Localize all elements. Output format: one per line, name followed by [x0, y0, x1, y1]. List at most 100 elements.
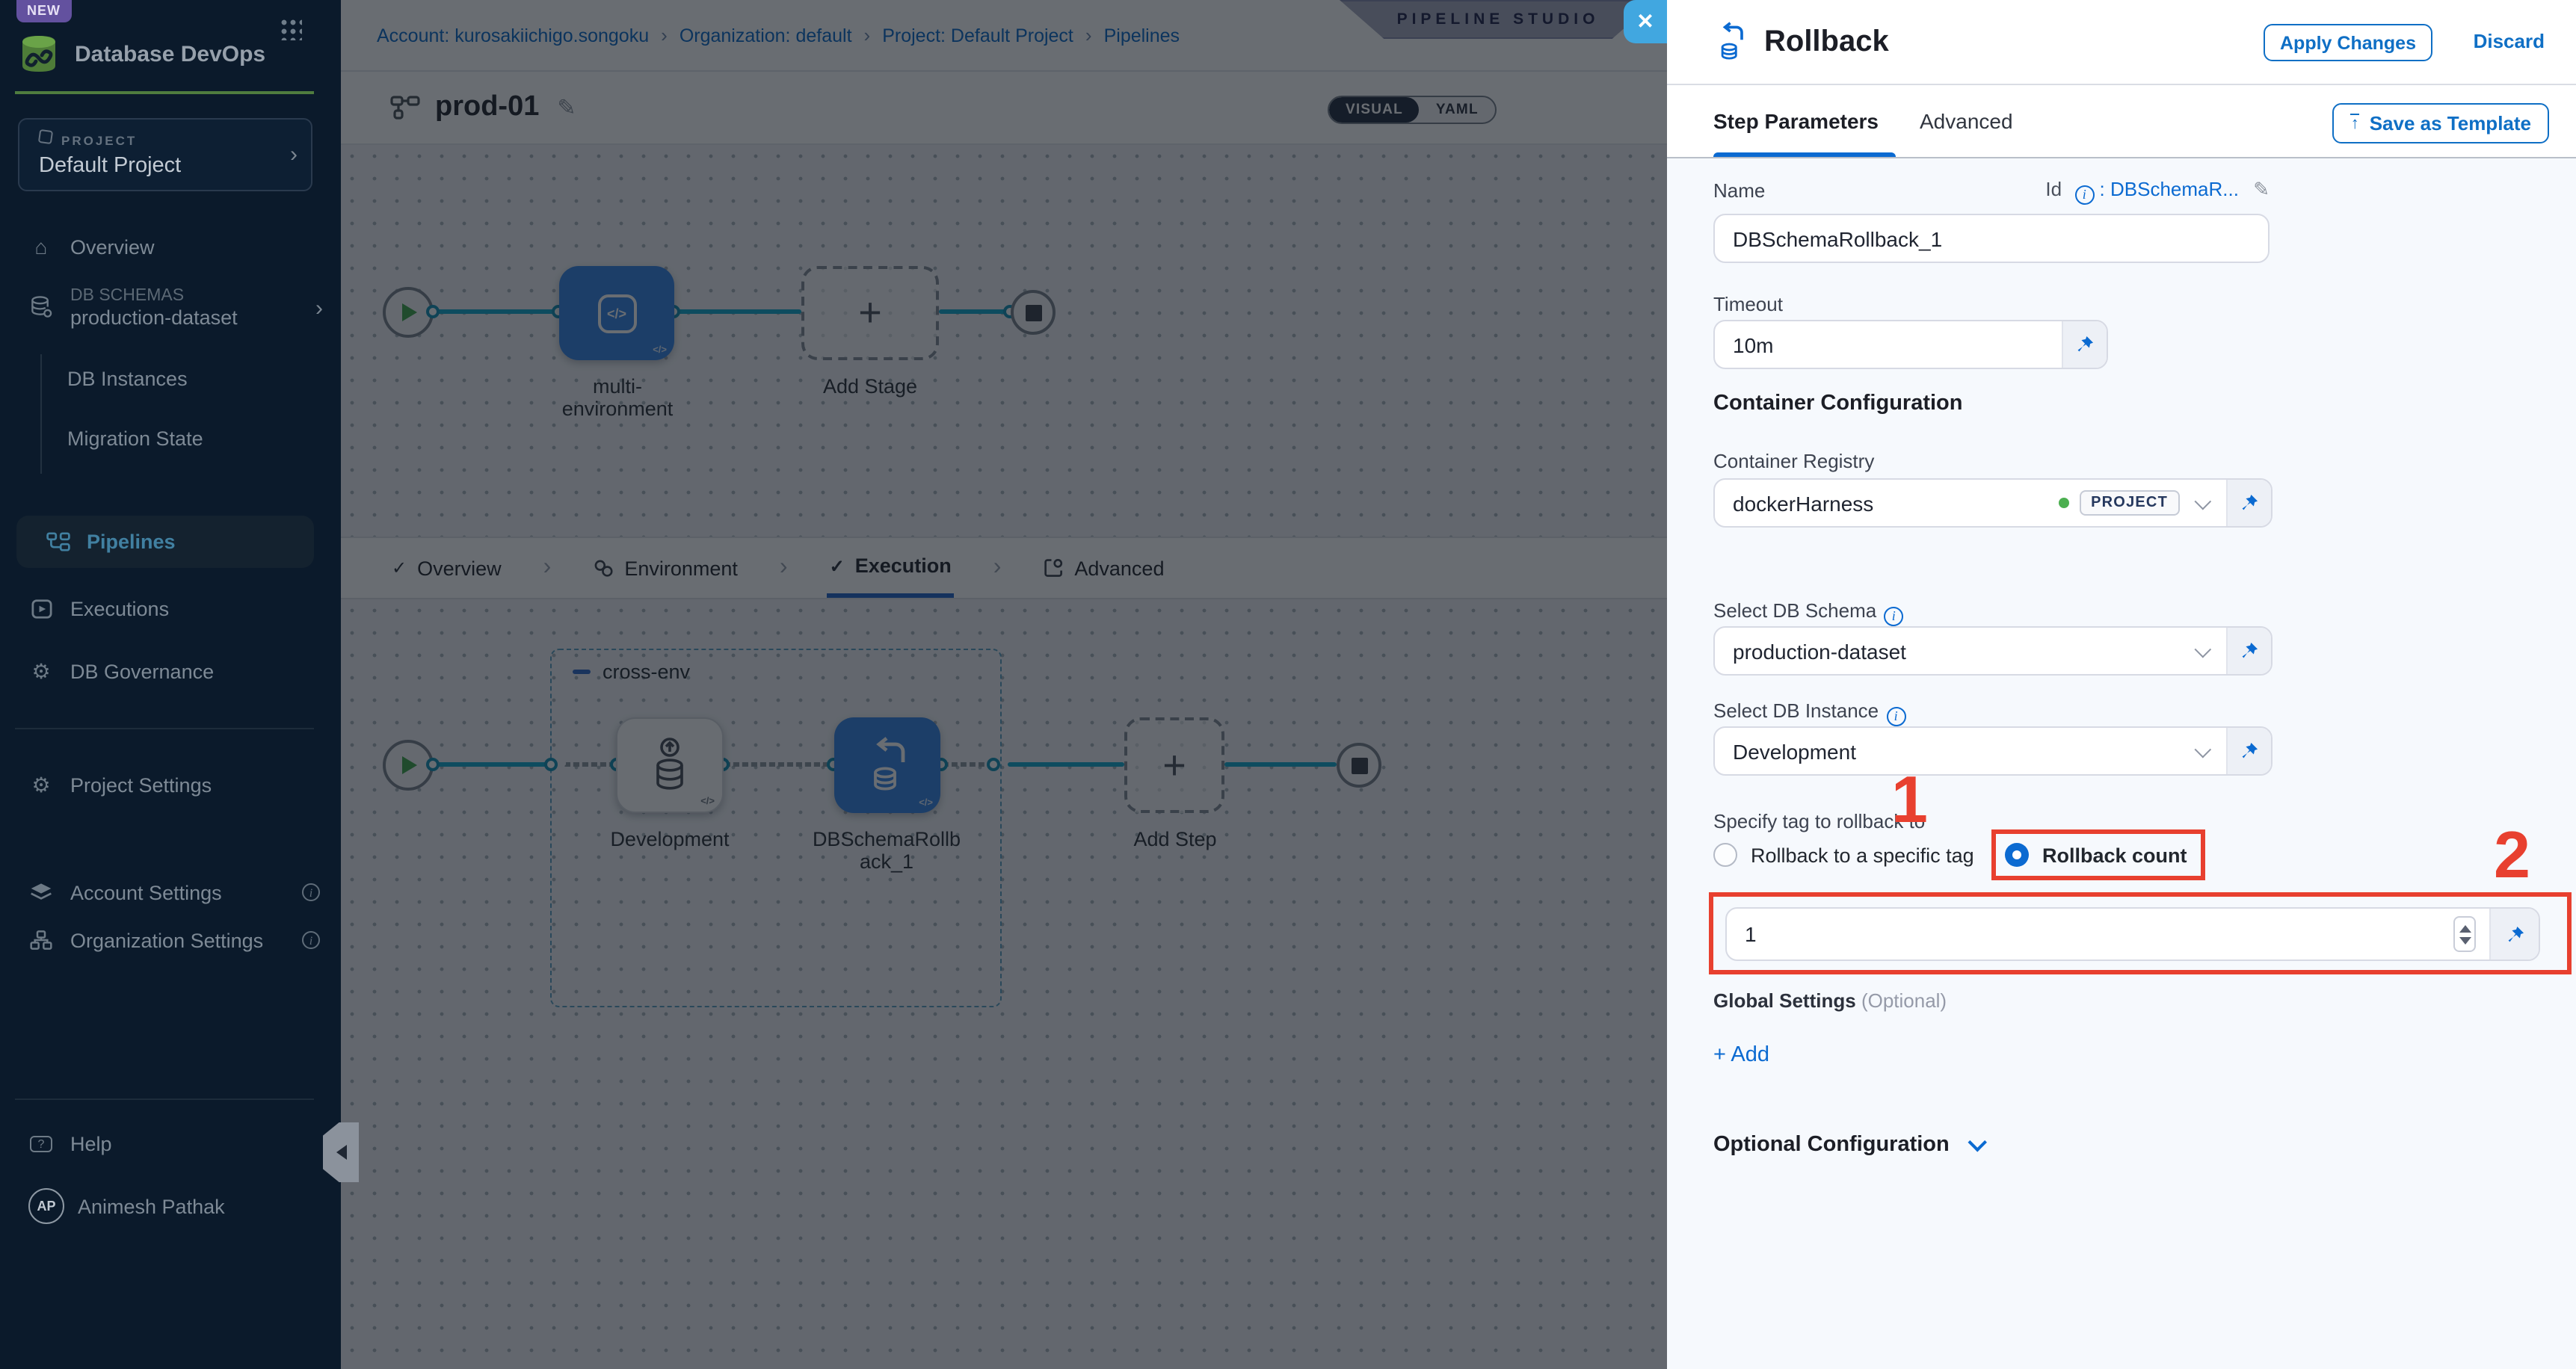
pin-icon: [2075, 335, 2095, 354]
project-cube-icon: [38, 129, 53, 144]
app-root: NEW Database DevOps PROJECT Default Proj…: [0, 0, 2576, 1369]
radio-unchecked-icon[interactable]: [1713, 843, 1737, 867]
brand-divider: [15, 91, 314, 94]
sidebar-item-help[interactable]: ? Help: [0, 1121, 341, 1166]
rollback-count-input[interactable]: [1727, 909, 2453, 959]
pin-icon: [2240, 741, 2259, 761]
timeout-label: Timeout: [1713, 293, 1783, 315]
sidebar-divider: [15, 728, 314, 729]
radio-rollback-specific-tag[interactable]: Rollback to a specific tag: [1713, 843, 1974, 867]
info-icon[interactable]: i: [1886, 706, 1905, 726]
container-configuration-heading: Container Configuration: [1713, 392, 1963, 415]
pin-button[interactable]: [2226, 728, 2271, 774]
user-menu[interactable]: AP Animesh Pathak: [0, 1181, 341, 1232]
sidebar-item-db-governance[interactable]: ⚙ DB Governance: [0, 649, 341, 693]
annotation-number-1: 1: [1891, 764, 1928, 838]
sidebar-item-executions[interactable]: Executions: [0, 586, 341, 631]
rollback-step-panel: Rollback Apply Changes Discard Step Para…: [1667, 0, 2576, 1369]
chevron-right-icon: ›: [290, 143, 298, 166]
pin-button[interactable]: [2226, 628, 2271, 674]
discard-button[interactable]: Discard: [2474, 30, 2545, 52]
pin-button[interactable]: [2226, 480, 2271, 526]
id-row: Id i : DBSchemaR... ✎: [2011, 178, 2270, 204]
gear-icon: ⚙: [28, 772, 54, 797]
pipeline-icon: [45, 532, 70, 551]
name-input-group: [1713, 214, 2270, 263]
edit-id-pencil-icon[interactable]: ✎: [2253, 178, 2270, 200]
tab-step-parameters[interactable]: Step Parameters: [1713, 109, 1879, 133]
sidebar-collapse-handle[interactable]: [323, 1122, 359, 1182]
container-registry-select: PROJECT: [1713, 478, 2273, 528]
layers-icon: [28, 882, 54, 903]
app-switcher-grid-icon[interactable]: [280, 18, 302, 40]
radio-rollback-count[interactable]: Rollback count: [2005, 843, 2187, 867]
database-devops-logo-icon: [15, 30, 63, 78]
pin-icon: [2240, 493, 2259, 513]
step-parameters-form: Name Id i : DBSchemaR... ✎ Timeout Conta…: [1667, 158, 2576, 1369]
sidebar-divider: [15, 1098, 314, 1100]
sidebar-item-db-instances[interactable]: DB Instances: [67, 368, 188, 390]
sidebar-item-overview[interactable]: ⌂ Overview: [0, 224, 341, 269]
chevron-down-icon[interactable]: [2195, 628, 2226, 674]
avatar: AP: [28, 1188, 64, 1224]
add-global-setting-link[interactable]: + Add: [1713, 1043, 1769, 1067]
sidebar-item-pipelines[interactable]: Pipelines: [16, 516, 314, 568]
sidebar-item-organization-settings[interactable]: Organization Settings i: [0, 918, 341, 962]
project-label: PROJECT: [61, 133, 137, 148]
connector-status-dot: [2058, 498, 2068, 508]
chevron-down-icon[interactable]: [2195, 480, 2226, 526]
chevron-down-icon: [1968, 1132, 1986, 1151]
panel-tab-bar: Step Parameters Advanced ↑ Save as Templ…: [1667, 85, 2576, 158]
database-gear-icon: [28, 296, 54, 320]
subnav-rail: [40, 354, 42, 474]
governance-gear-icon: ⚙: [28, 658, 54, 684]
container-registry-input[interactable]: [1715, 480, 2058, 526]
pipeline-studio-canvas: Account: kurosakiichigo.songoku › Organi…: [341, 0, 1667, 1369]
info-icon: i: [302, 883, 320, 901]
tab-advanced[interactable]: Advanced: [1920, 109, 2013, 133]
sidebar-item-project-settings[interactable]: ⚙ Project Settings: [0, 762, 341, 807]
pin-button[interactable]: [2489, 909, 2539, 959]
info-icon[interactable]: i: [2074, 185, 2094, 204]
chevron-down-icon[interactable]: [2195, 728, 2226, 774]
pin-icon: [2505, 924, 2524, 944]
pin-icon: [2240, 641, 2259, 661]
chevron-right-icon: ›: [315, 297, 323, 319]
panel-header: Rollback Apply Changes Discard: [1667, 0, 2576, 85]
save-as-template-button[interactable]: ↑ Save as Template: [2333, 103, 2549, 143]
name-input[interactable]: [1715, 215, 2268, 262]
db-schema-select: [1713, 626, 2273, 676]
pin-button[interactable]: [2062, 321, 2107, 368]
name-label: Name: [1713, 179, 1765, 202]
panel-title: Rollback: [1764, 25, 1889, 59]
upload-icon: ↑: [2351, 114, 2359, 133]
apply-changes-button[interactable]: Apply Changes: [2264, 24, 2432, 61]
global-settings-label: Global Settings (Optional): [1713, 989, 1947, 1012]
project-selector[interactable]: PROJECT Default Project ›: [18, 118, 312, 191]
db-instance-input[interactable]: [1715, 728, 2195, 774]
collapse-arrow-icon: [336, 1145, 346, 1160]
rollback-icon: [1713, 21, 1749, 63]
new-badge: NEW: [16, 0, 71, 22]
optional-configuration-toggle[interactable]: Optional Configuration: [1713, 1133, 1981, 1157]
db-instance-label: Select DB Instancei: [1713, 699, 1905, 726]
org-structure-icon: [28, 930, 54, 951]
container-registry-label: Container Registry: [1713, 450, 1874, 472]
step-up-icon[interactable]: [2459, 924, 2471, 932]
drawer-close-button[interactable]: ✕: [1624, 0, 1667, 43]
project-name: Default Project: [39, 154, 181, 178]
timeout-input[interactable]: [1715, 321, 2062, 368]
annotation-number-2: 2: [2494, 819, 2530, 894]
db-schema-input[interactable]: [1715, 628, 2195, 674]
db-instance-select: [1713, 726, 2273, 776]
active-tab-underline: [1713, 152, 1896, 157]
step-id-value: : DBSchemaR...: [2100, 178, 2239, 200]
radio-checked-icon[interactable]: [2005, 843, 2029, 867]
step-down-icon[interactable]: [2459, 936, 2471, 944]
sidebar-item-account-settings[interactable]: Account Settings i: [0, 870, 341, 915]
info-icon[interactable]: i: [1884, 606, 1903, 625]
number-stepper[interactable]: [2453, 916, 2476, 952]
sidebar-item-migration-state[interactable]: Migration State: [67, 427, 203, 450]
sidebar-item-db-schemas[interactable]: DB SCHEMAS production-dataset ›: [0, 278, 341, 338]
app-title: Database DevOps: [75, 41, 265, 67]
